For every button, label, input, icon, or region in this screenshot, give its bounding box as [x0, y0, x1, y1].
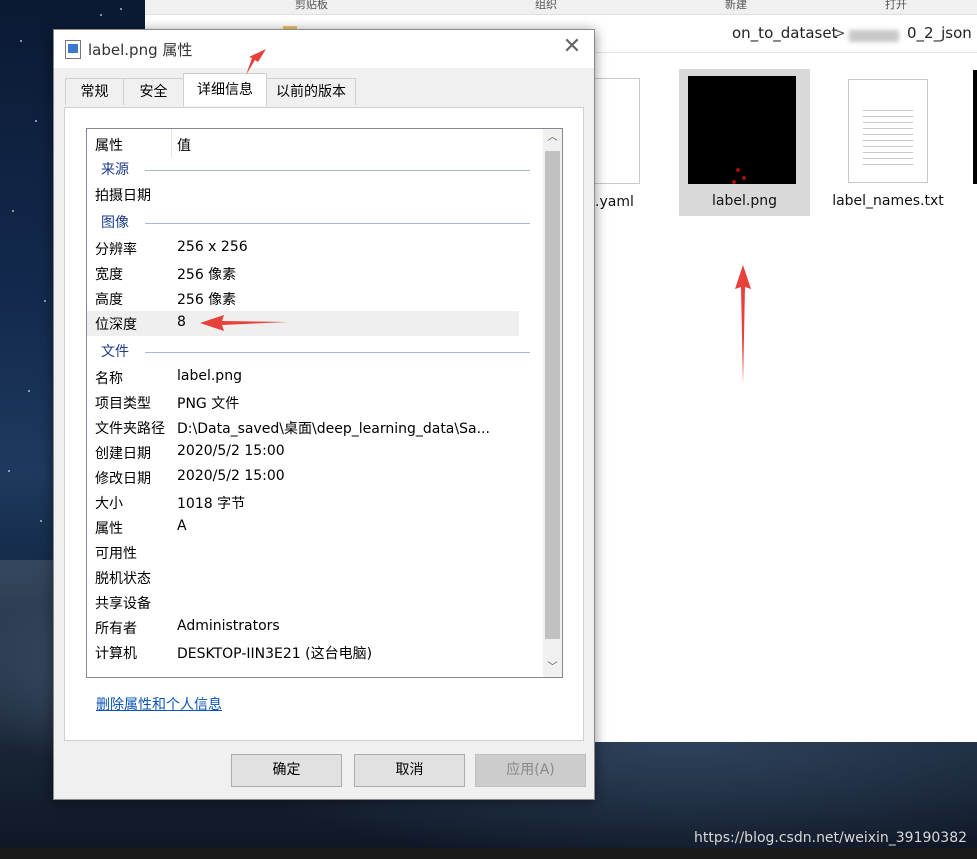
dialog-title: label.png 属性 — [88, 41, 193, 59]
image-thumbnail — [688, 76, 796, 184]
chevron-down-icon[interactable]: ﹀ — [543, 659, 562, 677]
property-value: A — [177, 518, 187, 534]
property-name: 文件夹路径 — [95, 421, 165, 437]
document-icon — [595, 78, 640, 184]
file-name: label_names.txt — [832, 193, 944, 209]
cancel-button[interactable]: 取消 — [354, 754, 465, 787]
partial-thumbnail — [973, 70, 977, 184]
property-value: 256 像素 — [177, 267, 237, 283]
row-width[interactable]: 宽度 256 像素 — [87, 261, 542, 286]
list-header: 属性 值 — [87, 129, 542, 157]
property-name: 名称 — [95, 371, 123, 387]
header-property[interactable]: 属性 — [95, 135, 123, 155]
ribbon-group-labels: 剪贴板 组织 新建 打开 — [145, 0, 977, 15]
property-name: 所有者 — [95, 621, 137, 637]
property-name: 可用性 — [95, 546, 137, 562]
taskbar — [0, 848, 977, 859]
property-value: 2020/5/2 15:00 — [177, 443, 285, 459]
ribbon-label: 组织 — [535, 0, 557, 11]
row-name[interactable]: 名称 label.png — [87, 365, 542, 390]
file-name: .yaml — [595, 194, 634, 210]
dialog-titlebar[interactable]: label.png 属性 ✕ — [54, 30, 594, 68]
row-offline-status[interactable]: 脱机状态 — [87, 565, 542, 590]
close-icon[interactable]: ✕ — [560, 36, 584, 60]
ribbon-label: 剪贴板 — [295, 0, 328, 11]
annotation-arrow-up — [735, 265, 751, 385]
properties-list[interactable]: 属性 值 来源 拍摄日期 图像 分辨率 256 x 256 宽度 256 像素 — [86, 128, 563, 678]
image-file-icon — [65, 40, 81, 59]
row-attributes[interactable]: 属性 A — [87, 515, 542, 540]
properties-dialog: label.png 属性 ✕ 常规 安全 详细信息 以前的版本 属性 值 来源 … — [53, 29, 595, 800]
row-size[interactable]: 大小 1018 字节 — [87, 490, 542, 515]
property-name: 项目类型 — [95, 396, 151, 412]
text-document-icon — [848, 79, 928, 183]
apply-button[interactable]: 应用(A) — [475, 754, 586, 787]
row-height[interactable]: 高度 256 像素 — [87, 286, 542, 311]
property-name: 修改日期 — [95, 471, 151, 487]
row-item-type[interactable]: 项目类型 PNG 文件 — [87, 390, 542, 415]
ok-button[interactable]: 确定 — [231, 754, 342, 787]
property-value: 8 — [177, 314, 186, 330]
property-value: DESKTOP-IIN3E21 (这台电脑) — [177, 646, 373, 662]
row-folder-path[interactable]: 文件夹路径 D:\Data_saved\桌面\deep_learning_dat… — [87, 415, 542, 440]
remove-properties-link[interactable]: 删除属性和个人信息 — [96, 694, 222, 714]
property-name: 分辨率 — [95, 242, 137, 258]
scrollbar-thumb[interactable] — [545, 151, 560, 639]
row-bit-depth[interactable]: 位深度 8 — [87, 311, 519, 336]
property-value: 1018 字节 — [177, 496, 246, 512]
tab-security[interactable]: 安全 — [123, 78, 184, 105]
vertical-scrollbar[interactable]: ︿ ﹀ — [543, 129, 562, 677]
details-panel: 属性 值 来源 拍摄日期 图像 分辨率 256 x 256 宽度 256 像素 — [64, 107, 584, 741]
address-segment[interactable]: 0_2_json — [907, 24, 972, 42]
property-value: D:\Data_saved\桌面\deep_learning_data\Sa..… — [177, 421, 490, 437]
property-name: 拍摄日期 — [95, 188, 151, 204]
property-name: 大小 — [95, 496, 123, 512]
row-owner[interactable]: 所有者 Administrators — [87, 615, 542, 640]
group-file: 文件 — [87, 339, 542, 364]
row-availability[interactable]: 可用性 — [87, 540, 542, 565]
annotation-arrow-left — [200, 315, 288, 331]
property-value: 256 x 256 — [177, 239, 248, 255]
property-value: Administrators — [177, 618, 280, 634]
row-shared-with[interactable]: 共享设备 — [87, 590, 542, 615]
property-name: 高度 — [95, 292, 123, 308]
ribbon-label: 新建 — [725, 0, 747, 11]
property-value: PNG 文件 — [177, 396, 240, 412]
property-name: 共享设备 — [95, 596, 151, 612]
row-resolution[interactable]: 分辨率 256 x 256 — [87, 236, 542, 261]
ribbon-label: 打开 — [885, 0, 907, 11]
tab-general[interactable]: 常规 — [65, 78, 124, 105]
tab-details[interactable]: 详细信息 — [183, 73, 267, 106]
chevron-up-icon[interactable]: ︿ — [543, 129, 562, 147]
property-name: 计算机 — [95, 646, 137, 662]
chevron-right-icon[interactable]: > — [833, 24, 846, 42]
row-created[interactable]: 创建日期 2020/5/2 15:00 — [87, 440, 542, 465]
row-modified[interactable]: 修改日期 2020/5/2 15:00 — [87, 465, 542, 490]
group-source: 来源 — [87, 157, 542, 182]
blurred-address-segment — [849, 30, 899, 42]
property-name: 创建日期 — [95, 446, 151, 462]
property-name: 宽度 — [95, 267, 123, 283]
watermark-text: https://blog.csdn.net/weixin_39190382 — [694, 830, 968, 846]
group-image: 图像 — [87, 210, 542, 235]
file-name: label.png — [712, 193, 777, 209]
group-label: 图像 — [101, 215, 129, 231]
property-value: label.png — [177, 368, 242, 384]
property-value: 256 像素 — [177, 292, 237, 308]
property-name: 脱机状态 — [95, 571, 151, 587]
file-item-label-names[interactable]: label_names.txt — [825, 69, 951, 216]
tab-previous-versions[interactable]: 以前的版本 — [266, 78, 356, 105]
group-label: 文件 — [101, 344, 129, 360]
property-value: 2020/5/2 15:00 — [177, 468, 285, 484]
file-item-label-png[interactable]: label.png — [679, 69, 810, 216]
address-segment[interactable]: on_to_dataset — [732, 24, 837, 42]
row-computer[interactable]: 计算机 DESKTOP-IIN3E21 (这台电脑) — [87, 640, 542, 665]
property-name: 属性 — [95, 521, 123, 537]
group-label: 来源 — [101, 162, 129, 178]
annotation-arrow-tab — [246, 49, 266, 75]
row-date-taken[interactable]: 拍摄日期 — [87, 182, 542, 207]
header-value[interactable]: 值 — [177, 135, 191, 155]
property-name: 位深度 — [95, 317, 137, 333]
